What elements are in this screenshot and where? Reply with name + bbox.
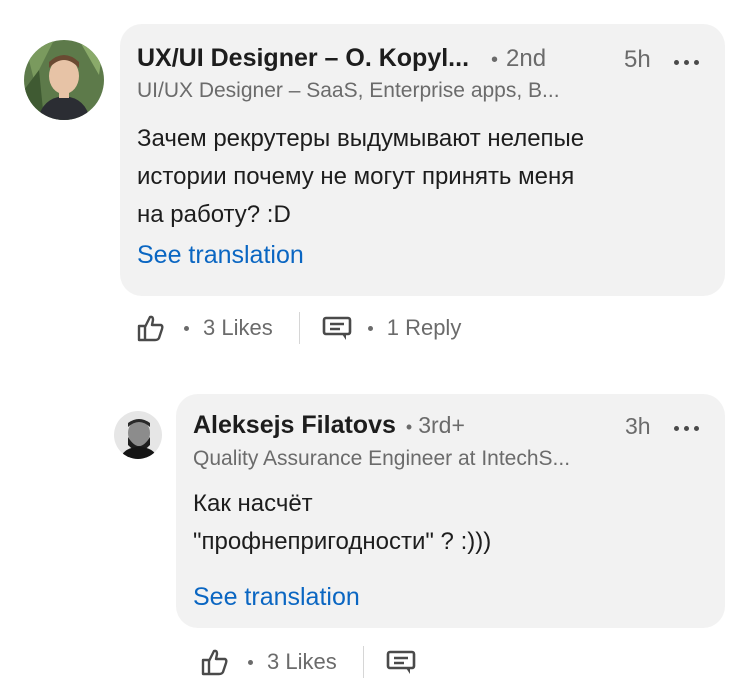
action-separator [248, 659, 253, 665]
reply-time: 3h [625, 413, 651, 439]
action-separator [367, 325, 373, 331]
see-translation-link[interactable]: See translation [137, 241, 304, 270]
author-avatar[interactable] [114, 411, 162, 459]
reply-text-line: "профнепригодности" ? :))) [193, 528, 492, 555]
like-icon[interactable] [200, 647, 230, 677]
more-dots-icon[interactable] [674, 60, 699, 65]
comment-text-line: Зачем рекрутеры выдумывают нелепые [137, 125, 585, 152]
author-headline: UI/UX Designer – SaaS, Enterprise apps, … [137, 79, 560, 102]
avatar-photo [24, 40, 104, 120]
action-separator [184, 325, 189, 331]
avatar-photo [114, 411, 162, 459]
comment-text-line: истории почему не могут принять меня [137, 163, 575, 190]
comment-icon[interactable] [322, 314, 352, 342]
comment-icon[interactable] [386, 648, 416, 676]
author-avatar[interactable] [24, 40, 104, 120]
comment-author-name[interactable]: UX/UI Designer – O. Kopyl... [137, 44, 469, 73]
comment-text: Зачем рекрутеры выдумывают нелепые истор… [137, 120, 584, 234]
comment-text-line: на работу? :D [137, 201, 291, 228]
action-divider [298, 312, 300, 344]
like-icon[interactable] [136, 313, 166, 343]
comment-time: 5h [624, 46, 651, 73]
connection-degree: 2nd [506, 45, 547, 72]
likes-count[interactable]: 3 Likes [203, 315, 273, 341]
reply-author-row: Aleksejs Filatovs • 3rd+ [193, 411, 465, 440]
reply-author-name[interactable]: Aleksejs Filatovs [193, 411, 396, 440]
comment-author-row: UX/UI Designer – O. Kopyl... • 2nd [137, 44, 546, 73]
degree-separator: • [405, 417, 413, 437]
author-headline: Quality Assurance Engineer at IntechS... [193, 447, 571, 470]
more-dots-icon[interactable] [674, 426, 699, 431]
action-divider [362, 646, 364, 678]
comment-actions: 3 Likes 1 Reply [136, 312, 461, 344]
connection-degree: 3rd+ [418, 412, 465, 438]
replies-count[interactable]: 1 Reply [387, 315, 462, 341]
reply-text-line: Как насчёт [193, 490, 313, 517]
reply-text: Как насчёт "профнепригодности" ? :))) [193, 485, 491, 561]
reply-actions: 3 Likes [200, 646, 416, 678]
degree-separator: • [491, 49, 499, 71]
see-translation-link[interactable]: See translation [193, 583, 360, 612]
likes-count[interactable]: 3 Likes [267, 649, 337, 675]
